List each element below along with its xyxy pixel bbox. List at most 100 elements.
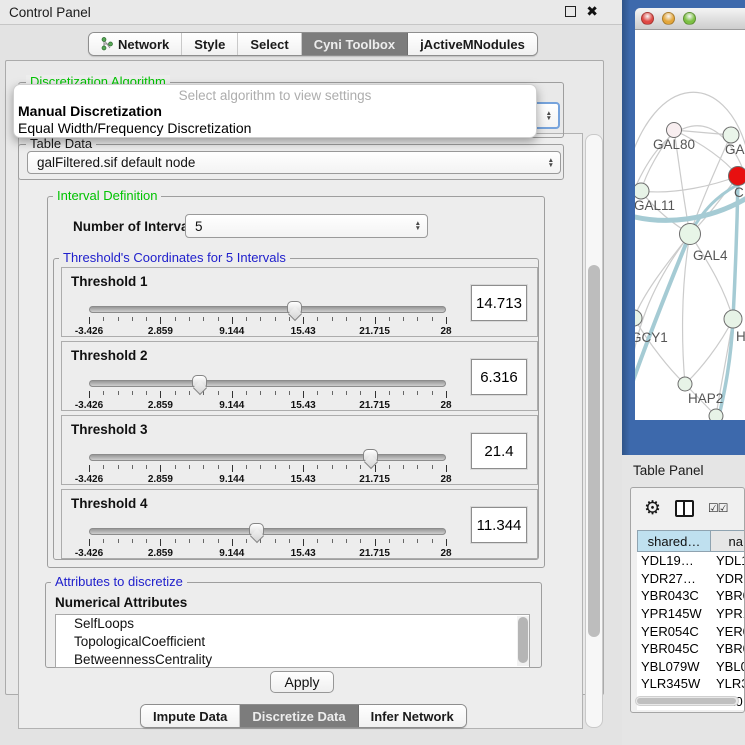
cell-shared-name[interactable]: YDR27… xyxy=(637,570,710,588)
vertical-scrollbar-thumb[interactable] xyxy=(588,265,600,637)
table-data-combo[interactable]: galFiltered.sif default node ▲▼ xyxy=(27,151,561,174)
apply-button[interactable]: Apply xyxy=(270,671,334,693)
slider-thumb[interactable] xyxy=(192,375,207,387)
horizontal-scrollbar-thumb[interactable] xyxy=(637,698,736,704)
tab-select[interactable]: Select xyxy=(238,33,301,55)
top-tab-strip: Network Style Select Cyni Toolbox jActiveMNo… xyxy=(88,32,538,56)
algorithm-option-equal-width[interactable]: Equal Width/Frequency Discretization xyxy=(18,120,534,136)
column-header-name[interactable]: na xyxy=(711,531,745,551)
zoom-traffic-light-icon[interactable] xyxy=(683,12,696,25)
table-row[interactable]: YBL079WYBL0 xyxy=(637,658,745,676)
network-window-titlebar[interactable] xyxy=(635,8,745,30)
table-row[interactable]: YDR27…YDR2 xyxy=(637,570,745,588)
GAL80-node[interactable] xyxy=(667,123,682,138)
H-partial-node[interactable] xyxy=(724,310,742,328)
bottom-tab-discretize-data[interactable]: Discretize Data xyxy=(240,705,358,727)
GAL4-node[interactable] xyxy=(680,224,701,245)
close-traffic-light-icon[interactable] xyxy=(641,12,654,25)
GAL11-node[interactable] xyxy=(635,183,649,199)
cell-name[interactable]: YDL1 xyxy=(710,552,745,570)
horizontal-scrollbar[interactable] xyxy=(635,696,739,706)
algorithm-dropdown-popup: Select algorithm to view settings Manual… xyxy=(13,84,537,138)
vertical-scrollbar[interactable] xyxy=(585,134,603,728)
bottom-tab-infer-network[interactable]: Infer Network xyxy=(359,705,466,727)
combo-stepper-icon: ▲▼ xyxy=(546,111,552,121)
cell-name[interactable]: YDR2 xyxy=(710,570,745,588)
network-edge xyxy=(690,234,733,319)
attribute-list-item[interactable]: TopologicalCoefficient xyxy=(56,633,529,651)
attributes-scrollbar-thumb[interactable] xyxy=(518,617,528,663)
attribute-list-item[interactable]: BetweennessCentrality xyxy=(56,651,529,668)
cell-name[interactable]: YBR0 xyxy=(710,587,745,605)
algorithm-option-manual[interactable]: Manual Discretization xyxy=(18,103,534,119)
threshold-slider-3[interactable]: -3.4262.8599.14415.4321.71528 xyxy=(89,452,446,484)
cell-shared-name[interactable]: YPR145W xyxy=(637,605,710,623)
tab-network[interactable]: Network xyxy=(89,33,182,55)
number-of-intervals-combo[interactable]: 5 ▲▼ xyxy=(185,214,428,238)
bottom-tab-impute-data[interactable]: Impute Data xyxy=(141,705,240,727)
network-icon xyxy=(101,37,113,51)
tab-label: Select xyxy=(250,37,288,52)
threshold-value-field[interactable]: 14.713 xyxy=(471,285,527,321)
tab-cyni-toolbox[interactable]: Cyni Toolbox xyxy=(302,33,408,55)
minimize-traffic-light-icon[interactable] xyxy=(662,12,675,25)
cell-shared-name[interactable]: YLR345W xyxy=(637,675,710,693)
HAP2-node[interactable] xyxy=(678,377,692,391)
slider-scale-labels: -3.4262.8599.14415.4321.71528 xyxy=(89,400,446,412)
cell-shared-name[interactable]: YBR045C xyxy=(637,640,710,658)
threshold-value-field[interactable]: 6.316 xyxy=(471,359,527,395)
slider-thumb[interactable] xyxy=(363,449,378,461)
selected-red-node[interactable] xyxy=(729,167,745,186)
close-icon[interactable]: ✖ xyxy=(586,4,598,18)
threshold-value-field[interactable]: 11.344 xyxy=(471,507,527,543)
app-root: Control Panel ✖ NetworkStyleSelectCyni T… xyxy=(0,0,745,745)
network-edge xyxy=(683,234,690,384)
cell-shared-name[interactable]: YDL19… xyxy=(637,552,710,570)
attribute-list-item[interactable]: SelfLoops xyxy=(56,615,529,633)
node-table: shared… na YDL19…YDL1YDR27…YDR2YBR043CYB… xyxy=(637,530,745,690)
cell-shared-name[interactable]: YER054C xyxy=(637,622,710,640)
network-canvas[interactable]: GAL80GACGAL11GAL4GCY1HHAP2 xyxy=(635,30,745,420)
checkbox-pair-icon[interactable]: ☑☑ xyxy=(708,501,728,515)
table-row[interactable]: YER054CYER0 xyxy=(637,622,745,640)
threshold-value-field[interactable]: 21.4 xyxy=(471,433,527,469)
cell-shared-name[interactable]: YBL079W xyxy=(637,658,710,676)
cell-name[interactable]: YLR3 xyxy=(710,675,745,693)
tab-label: Network xyxy=(118,37,169,52)
bottom-partial-node[interactable] xyxy=(709,409,723,420)
GAL-partial-node[interactable] xyxy=(723,127,739,143)
cell-name[interactable]: YBR0 xyxy=(710,640,745,658)
slider-track xyxy=(89,528,446,535)
numerical-attributes-label: Numerical Attributes xyxy=(55,595,187,610)
table-row[interactable]: YPR145WYPR1 xyxy=(637,605,745,623)
threshold-slider-1[interactable]: -3.4262.8599.14415.4321.71528 xyxy=(89,304,446,336)
bottom-tab-label: Infer Network xyxy=(371,709,454,724)
attributes-scrollbar[interactable] xyxy=(517,616,529,666)
tab-style[interactable]: Style xyxy=(182,33,238,55)
settings-gear-icon[interactable]: ⚙ xyxy=(644,499,661,518)
threshold-box-3: Threshold 3-3.4262.8599.14415.4321.71528… xyxy=(61,415,538,485)
slider-scale-labels: -3.4262.8599.14415.4321.71528 xyxy=(89,548,446,560)
tab-label: Cyni Toolbox xyxy=(314,37,395,52)
column-layout-icon[interactable] xyxy=(675,500,694,517)
table-row[interactable]: YBR043CYBR0 xyxy=(637,587,745,605)
tab-jactivemnodules[interactable]: jActiveMNodules xyxy=(408,33,537,55)
table-toolbar: ⚙ ☑☑ xyxy=(631,488,744,528)
threshold-slider-4[interactable]: -3.4262.8599.14415.4321.71528 xyxy=(89,526,446,558)
node-label-GAL11: GAL11 xyxy=(635,198,675,213)
float-window-icon[interactable] xyxy=(565,6,576,17)
number-of-intervals-value: 5 xyxy=(195,219,203,234)
combo-stepper-icon: ▲▼ xyxy=(548,158,554,168)
column-header-shared-name[interactable]: shared… xyxy=(638,531,711,551)
cell-name[interactable]: YPR1 xyxy=(710,605,745,623)
slider-thumb[interactable] xyxy=(249,523,264,535)
slider-thumb[interactable] xyxy=(287,301,302,313)
cell-name[interactable]: YBL0 xyxy=(710,658,745,676)
cell-shared-name[interactable]: YBR043C xyxy=(637,587,710,605)
cell-name[interactable]: YER0 xyxy=(710,622,745,640)
table-row[interactable]: YBR045CYBR0 xyxy=(637,640,745,658)
table-row[interactable]: YLR345WYLR3 xyxy=(637,675,745,693)
table-row[interactable]: YDL19…YDL1 xyxy=(637,552,745,570)
threshold-slider-2[interactable]: -3.4262.8599.14415.4321.71528 xyxy=(89,378,446,410)
slider-ticks xyxy=(89,317,446,325)
